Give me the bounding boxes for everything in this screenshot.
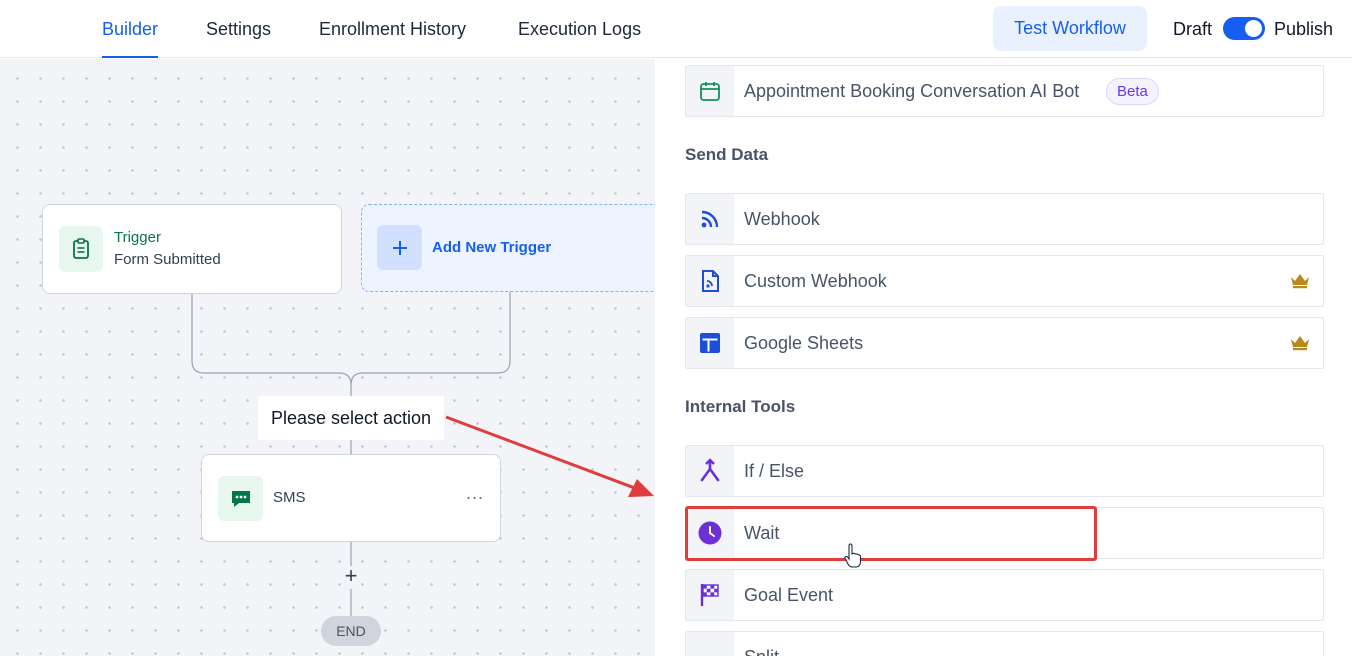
annotation-arrow <box>445 415 654 497</box>
hand-cursor-icon <box>844 543 862 568</box>
